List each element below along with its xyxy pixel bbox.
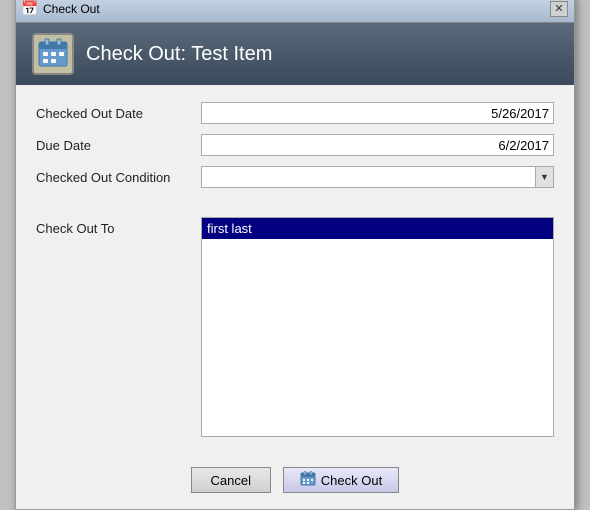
checked-out-condition-select-wrapper[interactable]: Good Fair Poor ▼ [201, 166, 554, 188]
title-bar: 📅 Check Out ✕ [16, 0, 574, 23]
check-out-dialog: 📅 Check Out ✕ Check Out: Test Item Check… [15, 0, 575, 510]
close-button[interactable]: ✕ [550, 1, 568, 17]
checked-out-condition-row: Checked Out Condition Good Fair Poor ▼ [36, 165, 554, 189]
header-bar: Check Out: Test Item [16, 23, 574, 85]
header-title: Check Out: Test Item [86, 43, 272, 66]
checked-out-condition-label: Checked Out Condition [36, 170, 191, 185]
checkout-button-icon [300, 471, 316, 490]
select-dropdown-arrow: ▼ [535, 167, 553, 187]
button-bar: Cancel Check Out [16, 453, 574, 509]
titlebar-text: Check Out [43, 2, 100, 16]
checkout-button-label: Check Out [321, 473, 382, 488]
due-date-label: Due Date [36, 138, 191, 153]
checked-out-condition-select[interactable]: Good Fair Poor [202, 167, 535, 187]
checked-out-date-row: Checked Out Date [36, 101, 554, 125]
check-out-to-row: Check Out To first last [36, 217, 554, 437]
cancel-button[interactable]: Cancel [191, 467, 271, 493]
check-out-to-label: Check Out To [36, 217, 191, 236]
check-out-to-list[interactable]: first last [201, 217, 554, 437]
checkout-button[interactable]: Check Out [283, 467, 399, 493]
form-area: Checked Out Date Due Date Checked Out Co… [16, 85, 574, 453]
titlebar-icon: 📅 [22, 1, 38, 17]
spacer [36, 197, 554, 205]
checked-out-date-label: Checked Out Date [36, 106, 191, 121]
due-date-row: Due Date [36, 133, 554, 157]
check-out-to-selected-item[interactable]: first last [202, 218, 553, 239]
checked-out-date-input[interactable] [201, 102, 554, 124]
due-date-input[interactable] [201, 134, 554, 156]
header-icon [32, 33, 74, 75]
